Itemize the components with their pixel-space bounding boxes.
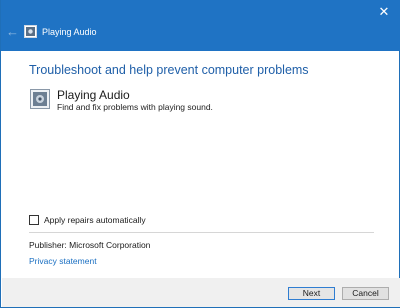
cancel-button[interactable]: Cancel [342,287,389,300]
troubleshooter-item-title[interactable]: Playing Audio [57,88,130,102]
divider [29,232,374,233]
page-title: Troubleshoot and help prevent computer p… [29,63,309,77]
title-bar: ✕ ← Playing Audio [1,0,400,51]
publisher-text: Publisher: Microsoft Corporation [29,240,151,250]
apply-repairs-label[interactable]: Apply repairs automatically [44,215,146,226]
close-icon[interactable]: ✕ [375,3,393,21]
troubleshooter-item-description: Find and fix problems with playing sound… [57,102,213,112]
privacy-statement-link[interactable]: Privacy statement [29,256,97,267]
next-button[interactable]: Next [288,287,335,300]
troubleshooter-icon [24,25,37,38]
back-arrow-icon[interactable]: ← [6,25,20,39]
audio-troubleshooter-icon [30,89,50,109]
troubleshooter-window: ✕ ← Playing Audio Troubleshoot and help … [0,0,400,308]
apply-repairs-option[interactable]: Apply repairs automatically [29,214,146,226]
window-title: Playing Audio [42,27,97,37]
footer-bar [2,278,400,307]
apply-repairs-checkbox[interactable] [29,215,39,225]
